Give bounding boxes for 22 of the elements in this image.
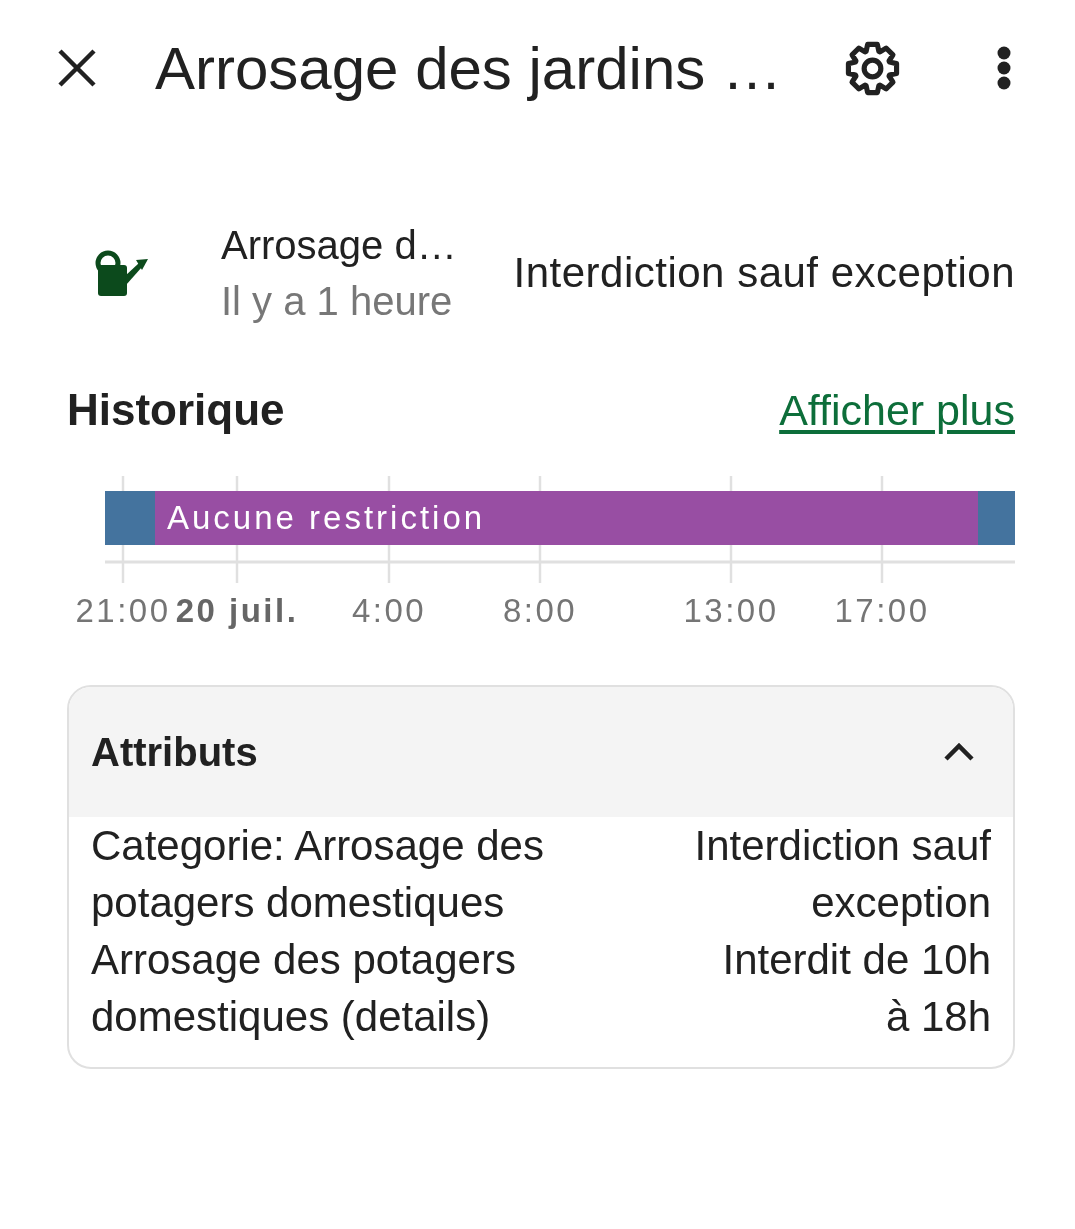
axis-label: 4:00 xyxy=(351,594,427,627)
more-options-icon xyxy=(997,46,1011,90)
attribute-value: Interdiction sauf exception xyxy=(693,821,991,928)
entity-name: Arrosage d… xyxy=(221,221,457,269)
axis-label: 8:00 xyxy=(502,594,578,627)
section-title: Historique xyxy=(67,385,285,435)
axis-label: 21:00 xyxy=(75,594,171,627)
page-title: Arrosage des jardins … xyxy=(155,33,783,103)
watering-can-icon xyxy=(93,249,148,296)
settings-icon xyxy=(845,40,900,96)
entity-state: Interdiction sauf exception xyxy=(513,248,1015,297)
attribute-name: Categorie: Arrosage des potagers domestiques xyxy=(91,821,545,928)
attribute-value: Interdit de 10h à 18h xyxy=(721,935,991,1042)
axis-label: 20 juil. xyxy=(175,594,299,627)
axis-label: 17:00 xyxy=(834,594,930,627)
attribute-name: Arrosage des potagers domestiques (details) xyxy=(91,935,517,1042)
attributes-header[interactable]: Attributs xyxy=(69,687,1013,817)
close-icon xyxy=(57,48,97,88)
show-more-link[interactable]: Afficher plus xyxy=(779,385,1015,435)
segment-label: Aucune restriction xyxy=(167,499,486,536)
axis-label: 13:00 xyxy=(683,594,779,627)
last-changed-time: Il y a 1 heure xyxy=(221,277,454,325)
